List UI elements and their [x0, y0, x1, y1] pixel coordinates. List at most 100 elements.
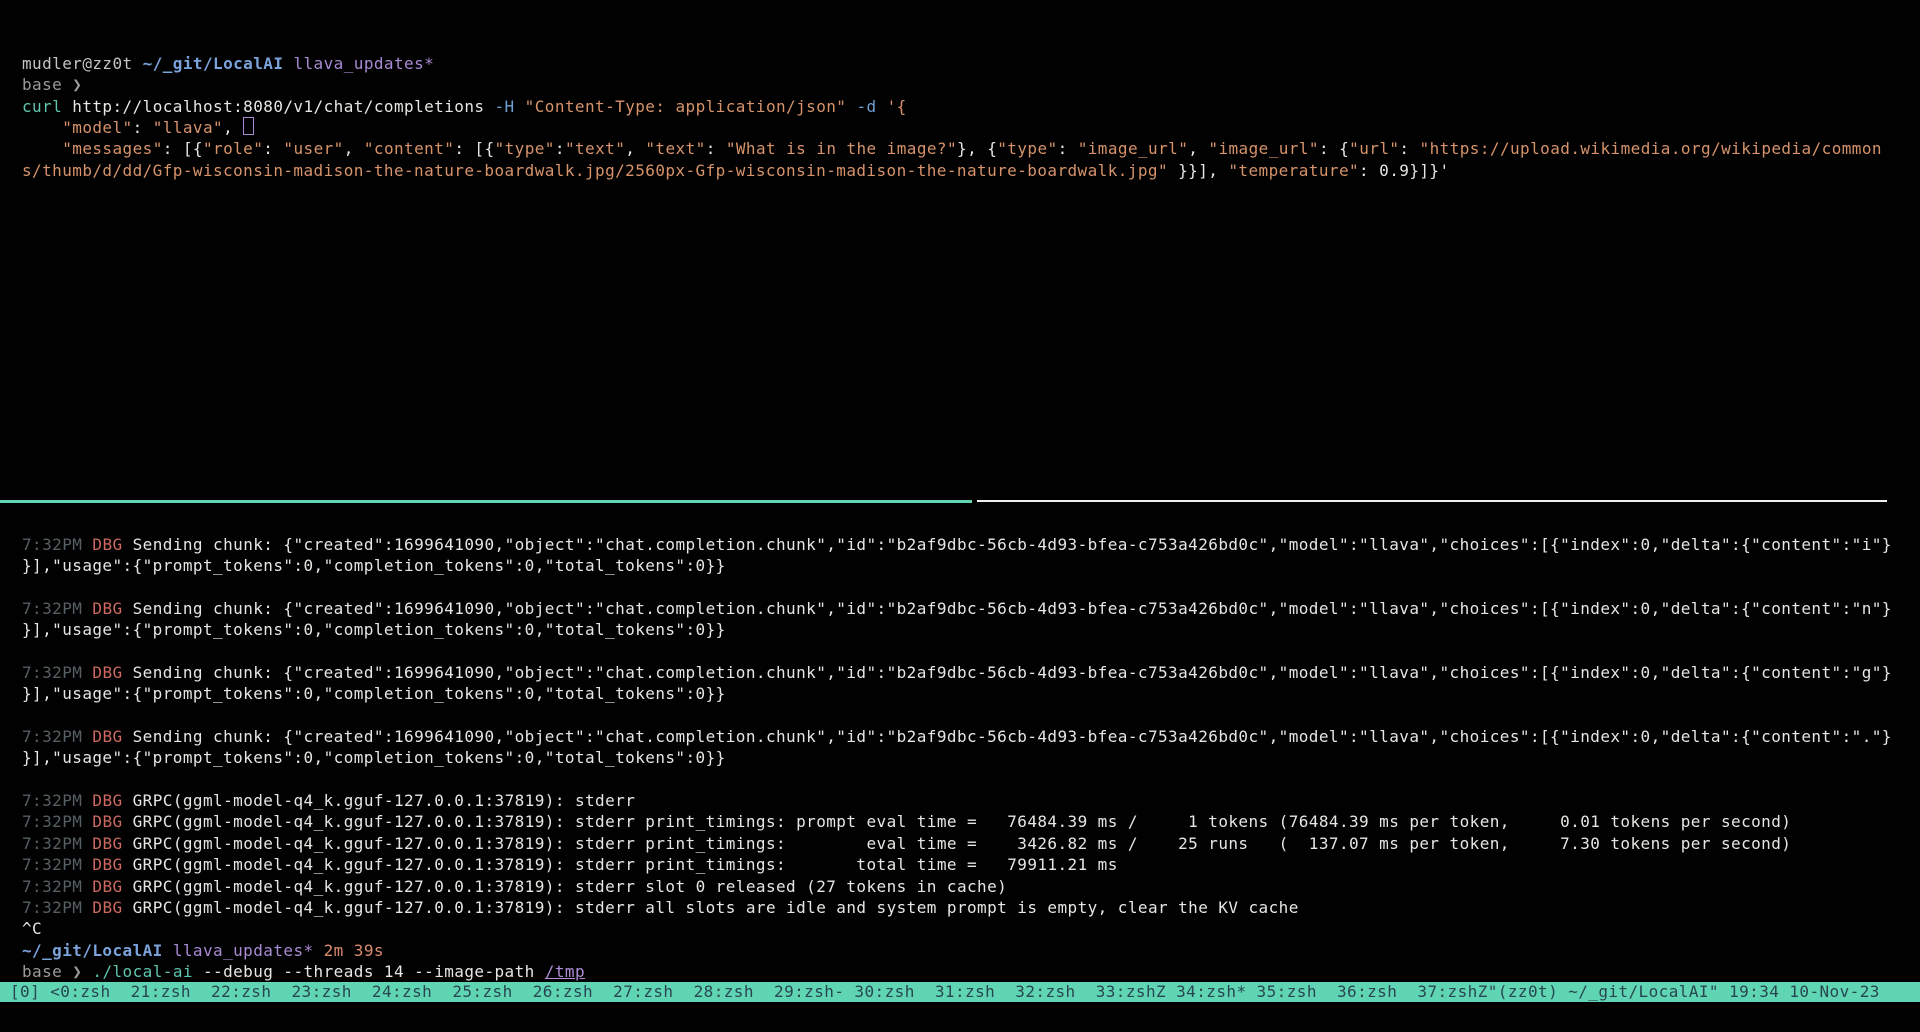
log-chunk-wrap-line: }],"usage":{"prompt_tokens":0,"completio…	[22, 683, 1892, 704]
text-segment: : [{	[454, 139, 494, 158]
text-segment: :	[555, 139, 565, 158]
text-segment: "type"	[997, 139, 1057, 158]
text-segment: "role"	[203, 139, 263, 158]
text-segment	[22, 139, 62, 158]
text-segment: Sending chunk: {"created":1699641090,"ob…	[123, 599, 1892, 618]
text-segment: DBG	[92, 898, 122, 917]
text-segment: ❯	[72, 75, 82, 94]
blank-line	[22, 705, 1892, 726]
text-segment: ,	[1188, 139, 1208, 158]
log-chunk-wrap-line: }],"usage":{"prompt_tokens":0,"completio…	[22, 555, 1892, 576]
tmux-status-bar: [0] <0:zsh 21:zsh 22:zsh 23:zsh 24:zsh 2…	[0, 982, 1920, 1002]
text-segment: "text"	[645, 139, 705, 158]
text-segment: }, {	[957, 139, 997, 158]
command-line-local-ai: base ❯ ./local-ai --debug --threads 14 -…	[22, 961, 1892, 982]
text-segment: 7:32PM	[22, 535, 82, 554]
text-segment: }],"usage":{"prompt_tokens":0,"completio…	[22, 556, 726, 575]
text-segment	[163, 941, 173, 960]
text-segment	[22, 118, 62, 137]
terminal-window[interactable]: mudler@zz0t ~/_git/LocalAI llava_updates…	[0, 0, 1920, 1032]
json-body-model-line: "model": "llava",	[22, 117, 1882, 138]
text-segment: base	[22, 75, 72, 94]
text-segment: DBG	[92, 535, 122, 554]
text-segment: -H	[495, 97, 515, 116]
text-segment: s/thumb/d/dd/Gfp-wisconsin-madison-the-n…	[22, 161, 1168, 180]
text-segment	[82, 727, 92, 746]
text-segment	[82, 877, 92, 896]
text-segment: /tmp	[545, 962, 585, 981]
text-segment	[82, 663, 92, 682]
text-segment: "type"	[495, 139, 555, 158]
prompt-symbol-line: base ❯	[22, 74, 1882, 95]
text-segment: "text"	[565, 139, 625, 158]
text-segment	[846, 97, 856, 116]
text-segment: Sending chunk: {"created":1699641090,"ob…	[123, 663, 1892, 682]
text-segment: llava_updates*	[293, 54, 434, 73]
text-segment	[82, 812, 92, 831]
text-segment: "image_url"	[1208, 139, 1319, 158]
log-pane: 7:32PM DBG Sending chunk: {"created":169…	[22, 534, 1892, 982]
text-segment: llava_updates*	[173, 941, 314, 960]
text-segment: "llava"	[153, 118, 223, 137]
blank-line	[22, 769, 1892, 790]
text-segment: DBG	[92, 663, 122, 682]
log-chunk-line: 7:32PM DBG Sending chunk: {"created":169…	[22, 598, 1892, 619]
text-segment: "user"	[283, 139, 343, 158]
text-segment: :	[1058, 139, 1078, 158]
text-segment: DBG	[92, 791, 122, 810]
text-segment	[82, 791, 92, 810]
tmux-window-list[interactable]: [0] <0:zsh 21:zsh 22:zsh 23:zsh 24:zsh 2…	[10, 982, 1488, 1001]
text-segment: DBG	[92, 599, 122, 618]
text-segment: }}],	[1168, 161, 1228, 180]
text-segment: base	[22, 962, 72, 981]
text-segment: :	[133, 118, 153, 137]
text-segment: GRPC(ggml-model-q4_k.gguf-127.0.0.1:3781…	[123, 812, 1792, 831]
text-segment: :	[1399, 139, 1419, 158]
text-segment: "https://upload.wikimedia.org/wikipedia/…	[1420, 139, 1882, 158]
log-timing-total-line: 7:32PM DBG GRPC(ggml-model-q4_k.gguf-127…	[22, 854, 1892, 875]
text-segment: ^C	[22, 919, 42, 938]
tmux-pane-separator[interactable]	[0, 500, 1920, 503]
text-segment: ~/_git/LocalAI	[22, 941, 163, 960]
text-segment: : {	[1319, 139, 1349, 158]
text-segment: GRPC(ggml-model-q4_k.gguf-127.0.0.1:3781…	[123, 855, 1118, 874]
text-segment: DBG	[92, 834, 122, 853]
text-segment: :	[263, 139, 283, 158]
tmux-session-info: "(zz0t) ~/_git/LocalAI" 19:34 10-Nov-23	[1488, 982, 1880, 1001]
text-segment: 7:32PM	[22, 663, 82, 682]
interrupt-line: ^C	[22, 918, 1892, 939]
text-segment: }],"usage":{"prompt_tokens":0,"completio…	[22, 684, 726, 703]
text-segment: DBG	[92, 855, 122, 874]
log-grpc-stderr-line: 7:32PM DBG GRPC(ggml-model-q4_k.gguf-127…	[22, 790, 1892, 811]
text-segment: 7:32PM	[22, 727, 82, 746]
text-segment: 0.9}]}'	[1379, 161, 1449, 180]
text-segment: 2m 39s	[324, 941, 384, 960]
text-segment	[82, 962, 92, 981]
text-segment: GRPC(ggml-model-q4_k.gguf-127.0.0.1:3781…	[123, 834, 1792, 853]
text-segment: DBG	[92, 812, 122, 831]
text-segment: 7:32PM	[22, 855, 82, 874]
text-segment: curl	[22, 97, 62, 116]
prompt-user-line: mudler@zz0t ~/_git/LocalAI llava_updates…	[22, 53, 1882, 74]
text-cursor	[243, 117, 254, 135]
log-chunk-wrap-line: }],"usage":{"prompt_tokens":0,"completio…	[22, 747, 1892, 768]
text-segment: ./local-ai	[92, 962, 193, 981]
text-segment	[82, 898, 92, 917]
text-segment: mudler@zz0t	[22, 54, 143, 73]
text-segment: GRPC(ggml-model-q4_k.gguf-127.0.0.1:3781…	[123, 877, 1008, 896]
text-segment	[877, 97, 887, 116]
text-segment: "model"	[62, 118, 132, 137]
text-segment: DBG	[92, 727, 122, 746]
blank-line	[22, 577, 1892, 598]
text-segment: :	[706, 139, 726, 158]
text-segment: http://localhost:8080/v1/chat/completion…	[62, 97, 494, 116]
text-segment: : [{	[163, 139, 203, 158]
text-segment: "messages"	[62, 139, 163, 158]
text-segment	[82, 599, 92, 618]
text-segment	[82, 834, 92, 853]
text-segment: --debug --threads 14 --image-path	[193, 962, 545, 981]
log-chunk-line: 7:32PM DBG Sending chunk: {"created":169…	[22, 726, 1892, 747]
text-segment: }],"usage":{"prompt_tokens":0,"completio…	[22, 748, 726, 767]
text-segment: "url"	[1349, 139, 1399, 158]
log-chunk-line: 7:32PM DBG Sending chunk: {"created":169…	[22, 662, 1892, 683]
